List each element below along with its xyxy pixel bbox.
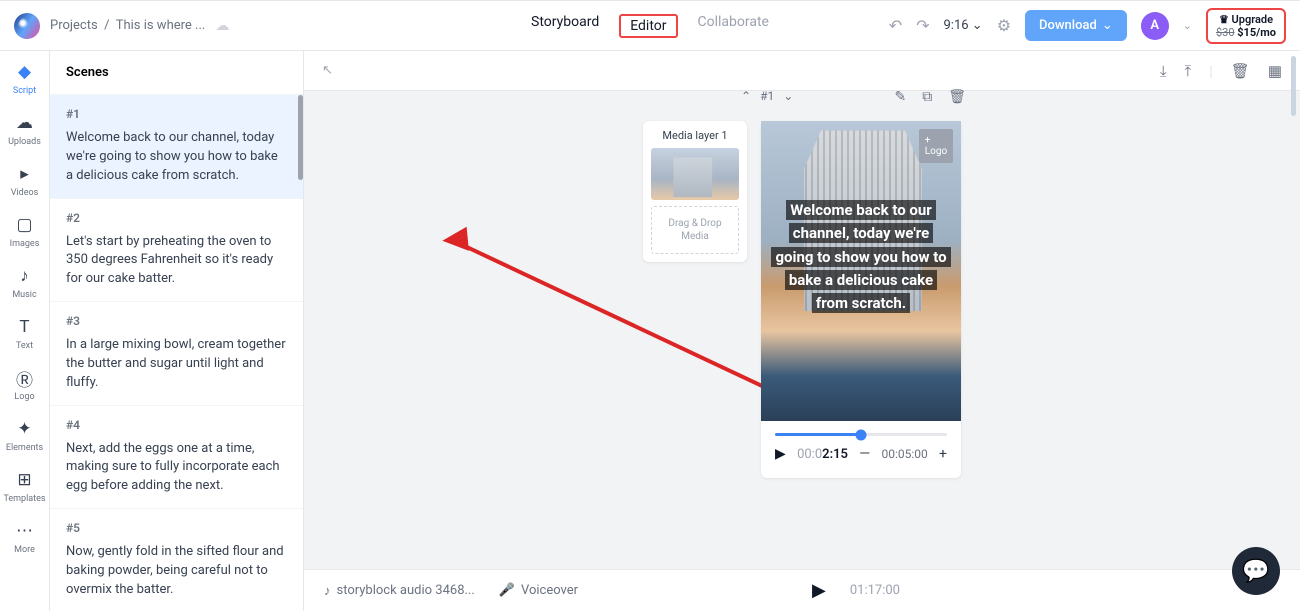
logo-icon: Ⓡ bbox=[14, 367, 36, 389]
scene-item-3[interactable]: #3In a large mixing bowl, cream together… bbox=[50, 302, 303, 406]
top-left: Projects / This is where ... ☁ bbox=[14, 13, 229, 39]
scene-item-1[interactable]: #1Welcome back to our channel, today we'… bbox=[50, 95, 303, 199]
image-icon: ▢ bbox=[14, 214, 36, 236]
video-preview[interactable]: + Logo Welcome back to our channel, toda… bbox=[761, 121, 961, 421]
download-scene-icon[interactable]: ⤓ bbox=[1160, 62, 1167, 80]
timeline-play-icon[interactable]: ▶ bbox=[812, 580, 826, 601]
canvas-toolbar: ↖ ⤓ ⤒ | 🗑 ▦ bbox=[304, 51, 1300, 91]
media-thumbnail[interactable] bbox=[651, 148, 739, 200]
voiceover-button[interactable]: 🎤Voiceover bbox=[499, 583, 578, 598]
rail-templates[interactable]: ⊞Templates bbox=[3, 469, 45, 504]
rail-script[interactable]: ◆Script bbox=[13, 61, 36, 96]
rail-videos[interactable]: ▸Videos bbox=[11, 163, 39, 198]
mic-icon: 🎤 bbox=[499, 583, 515, 598]
download-button[interactable]: Download ⌄ bbox=[1025, 10, 1127, 41]
cloud-sync-icon[interactable]: ☁ bbox=[215, 18, 229, 34]
timeline-total: 01:17:00 bbox=[850, 583, 900, 598]
scenes-header: Scenes bbox=[50, 51, 303, 95]
cursor-icon[interactable]: ↖ bbox=[322, 63, 333, 78]
undo-icon[interactable]: ↶ bbox=[889, 16, 902, 35]
breadcrumb-root[interactable]: Projects bbox=[50, 18, 98, 33]
grid-view-icon[interactable]: ▦ bbox=[1268, 62, 1282, 80]
stage-wrap: Media layer 1 Drag & Drop Media ⌃ #1 ⌄ ✎… bbox=[643, 121, 961, 478]
rail-more[interactable]: ⋯More bbox=[14, 520, 36, 555]
view-tabs: Storyboard Editor Collaborate bbox=[531, 14, 769, 38]
preview-controls: ▶ 00:02:15 — 00:05:00 + bbox=[761, 421, 961, 478]
chat-fab[interactable]: 💬 bbox=[1232, 547, 1280, 595]
media-layer-title: Media layer 1 bbox=[651, 129, 739, 142]
rail-images[interactable]: ▢Images bbox=[10, 214, 40, 249]
upload-icon: ☁ bbox=[13, 112, 35, 134]
trash-icon[interactable]: 🗑 bbox=[948, 89, 966, 105]
music-note-icon: ♪ bbox=[324, 583, 331, 599]
text-icon: T bbox=[14, 316, 36, 338]
page-scrollbar[interactable] bbox=[1291, 56, 1296, 116]
music-icon: ♪ bbox=[14, 265, 36, 287]
rail-uploads[interactable]: ☁Uploads bbox=[8, 112, 41, 147]
app-logo[interactable] bbox=[12, 10, 42, 40]
rail-elements[interactable]: ✦Elements bbox=[6, 418, 43, 453]
scene-item-4[interactable]: #4Next, add the eggs one at a time, maki… bbox=[50, 406, 303, 510]
avatar-menu-chevron-icon[interactable]: ⌄ bbox=[1183, 19, 1192, 32]
scene-nav: ⌃ #1 ⌄ bbox=[741, 89, 793, 103]
templates-icon: ⊞ bbox=[13, 469, 35, 491]
stage-actions: ✎ ⧉ 🗑 bbox=[894, 89, 966, 105]
avatar[interactable]: A bbox=[1141, 12, 1169, 40]
next-scene-icon[interactable]: ⌄ bbox=[783, 89, 793, 103]
breadcrumb-current[interactable]: This is where ... bbox=[116, 18, 206, 33]
time-plus-icon[interactable]: + bbox=[939, 446, 947, 462]
audio-track[interactable]: ♪storyblock audio 3468... bbox=[324, 583, 475, 599]
scenes-panel: Scenes #1Welcome back to our channel, to… bbox=[50, 51, 304, 611]
upgrade-button[interactable]: ♛ Upgrade $30 $15/mo bbox=[1206, 8, 1286, 44]
media-panel: Media layer 1 Drag & Drop Media bbox=[643, 121, 747, 262]
tab-collaborate[interactable]: Collaborate bbox=[698, 14, 769, 38]
top-right: ↶ ↷ 9:16 ⌄ ⚙ Download ⌄ A ⌄ ♛ Upgrade $3… bbox=[889, 8, 1286, 44]
duplicate-icon[interactable]: ⧉ bbox=[922, 89, 932, 105]
bottom-bar: ♪storyblock audio 3468... 🎤Voiceover ▶ 0… bbox=[304, 569, 1300, 611]
media-drop-zone[interactable]: Drag & Drop Media bbox=[651, 206, 739, 254]
upload-scene-icon[interactable]: ⤒ bbox=[1184, 62, 1191, 80]
scenes-list[interactable]: #1Welcome back to our channel, today we'… bbox=[50, 95, 303, 611]
edit-icon[interactable]: ✎ bbox=[894, 89, 906, 105]
prev-scene-icon[interactable]: ⌃ bbox=[741, 89, 751, 103]
breadcrumb: Projects / This is where ... bbox=[50, 18, 205, 33]
elements-icon: ✦ bbox=[14, 418, 36, 440]
more-icon: ⋯ bbox=[14, 520, 36, 542]
scene-item-2[interactable]: #2Let's start by preheating the oven to … bbox=[50, 199, 303, 303]
current-time: 00:02:15 bbox=[797, 447, 848, 462]
seek-slider[interactable] bbox=[775, 433, 947, 436]
play-icon[interactable]: ▶ bbox=[775, 446, 786, 462]
rail-logo[interactable]: ⓇLogo bbox=[14, 367, 36, 402]
overlay-caption[interactable]: Welcome back to our channel, today we're… bbox=[771, 199, 951, 315]
diamond-icon: ◆ bbox=[13, 61, 35, 83]
settings-icon[interactable]: ⚙ bbox=[997, 16, 1011, 35]
time-minus-icon[interactable]: — bbox=[859, 446, 870, 462]
scene-number-label: #1 bbox=[760, 89, 774, 103]
delete-icon[interactable]: 🗑 bbox=[1231, 62, 1250, 80]
canvas-area: ↖ ⤓ ⤒ | 🗑 ▦ Media layer 1 Drag & Drop Me… bbox=[304, 51, 1300, 611]
redo-icon[interactable]: ↷ bbox=[916, 16, 929, 35]
main-body: ◆Script ☁Uploads ▸Videos ▢Images ♪Music … bbox=[0, 51, 1300, 611]
scrollbar[interactable] bbox=[298, 95, 303, 180]
tab-storyboard[interactable]: Storyboard bbox=[531, 14, 599, 38]
tab-editor[interactable]: Editor bbox=[619, 14, 677, 38]
total-time: 00:05:00 bbox=[881, 447, 927, 461]
top-bar: Projects / This is where ... ☁ Storyboar… bbox=[0, 0, 1300, 51]
preview-stage: ⌃ #1 ⌄ ✎ ⧉ 🗑 + Logo Welcome back to our … bbox=[761, 121, 961, 478]
rail-text[interactable]: TText bbox=[14, 316, 36, 351]
logo-placeholder[interactable]: + Logo bbox=[919, 129, 953, 163]
scene-item-5[interactable]: #5Now, gently fold in the sifted flour a… bbox=[50, 509, 303, 611]
video-icon: ▸ bbox=[13, 163, 35, 185]
canvas-top-icons: ⤓ ⤒ | 🗑 ▦ bbox=[1160, 62, 1282, 80]
aspect-ratio[interactable]: 9:16 ⌄ bbox=[944, 18, 983, 33]
rail-music[interactable]: ♪Music bbox=[12, 265, 36, 300]
left-rail: ◆Script ☁Uploads ▸Videos ▢Images ♪Music … bbox=[0, 51, 50, 611]
